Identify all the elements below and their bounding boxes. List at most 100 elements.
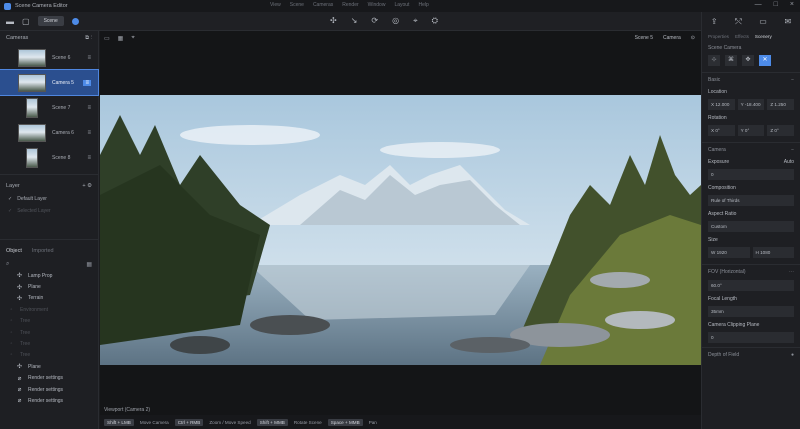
object-list-item[interactable]: ◦ Tree (0, 327, 98, 338)
frame-icon[interactable]: ▭ (104, 35, 110, 42)
menu-item[interactable]: Render (342, 2, 358, 8)
tab-object[interactable]: Object (6, 248, 22, 254)
menu-item[interactable]: Layout (394, 2, 409, 8)
target-icon[interactable]: ⌖ (131, 35, 134, 42)
tool-button[interactable]: ↘ (351, 16, 358, 26)
tab-effects[interactable]: Effects (735, 34, 749, 39)
object-label: Terrain (28, 295, 44, 302)
tab-properties[interactable]: Properties (708, 34, 729, 39)
exposure-mode[interactable]: Auto (784, 159, 794, 165)
grid-view-icon[interactable]: ▦ (86, 261, 92, 268)
tool-button[interactable]: ⌖ (413, 16, 418, 26)
search-icon[interactable]: ⌕ (6, 261, 9, 268)
size-height-field[interactable]: H 1080 (752, 247, 794, 258)
export-icon[interactable]: ⇪ (711, 17, 718, 26)
share-icon[interactable]: ⤲ (735, 17, 741, 27)
camera-header-icons[interactable]: ⧉ ⋮ (85, 35, 92, 42)
check-icon[interactable]: ✓ (8, 208, 12, 214)
rotation-z-field[interactable]: Z 0° (767, 125, 795, 136)
composition-select[interactable]: Rule of Thirds (708, 195, 794, 206)
maximize-icon[interactable]: □ (774, 1, 778, 8)
camera-thumbnail (18, 73, 46, 92)
fov-field[interactable]: 60.0° (708, 280, 794, 291)
camera-mode-fly-icon[interactable]: ✕ (759, 55, 771, 66)
top-menu: View Scene Cameras Render Window Layout Help (270, 2, 429, 8)
camera-section[interactable]: Camera − (702, 142, 800, 156)
menu-item[interactable]: View (270, 2, 281, 8)
camera-mode-pan-icon[interactable]: ✥ (742, 55, 754, 66)
object-list-item[interactable]: ⌀ Render settings (0, 373, 98, 384)
camera-mode-free-icon[interactable]: ⊹ (708, 55, 720, 66)
tool-button[interactable]: ⛭ (432, 16, 438, 26)
object-list-item[interactable]: ◦ Tree (0, 350, 98, 361)
close-icon[interactable]: × (790, 1, 794, 8)
camera-list-item[interactable]: Scene 6 ≡ (0, 45, 98, 70)
viewport[interactable]: ▭ ▦ ⌖ Scene 5 Camera ⊙ Viewport (Camera … (100, 31, 701, 415)
transform-section[interactable]: Basic − (702, 72, 800, 86)
dof-section[interactable]: Depth of Field ● (702, 347, 800, 361)
camera-mode-orbit-icon[interactable]: ⌘ (725, 55, 737, 66)
add-layer-icon[interactable]: + ⚙ (82, 183, 92, 189)
camera-list-item[interactable]: Camera 6 ≡ (0, 120, 98, 145)
object-label: Render settings (28, 386, 64, 393)
tool-button[interactable]: ◎ (392, 16, 399, 26)
mail-icon[interactable]: ✉ (784, 17, 791, 26)
aspect-select[interactable]: Custom (708, 221, 794, 232)
fov-menu-icon[interactable]: ⋯ (789, 269, 794, 275)
object-list-item[interactable]: ✣ Lamp Prop (0, 270, 98, 281)
object-list-item[interactable]: ◦ Tree (0, 338, 98, 349)
clip-field[interactable]: 0 (708, 332, 794, 343)
camera-list-item[interactable]: Scene 8 ≡ (0, 145, 98, 170)
shortcut-key: Space + MMB (327, 418, 363, 426)
location-y-field[interactable]: Y -18.400 (737, 99, 765, 110)
sidebar-icon[interactable]: ▬ (6, 17, 14, 26)
camera-menu-icon[interactable]: ≡ (87, 105, 91, 111)
layer-item[interactable]: ✓ Selected Layer (0, 205, 98, 217)
camera-menu-icon[interactable]: ≡ (87, 55, 91, 61)
camera-list-item[interactable]: Camera 5 ≡ (0, 69, 99, 96)
object-list-item[interactable]: ⌀ Render settings (0, 395, 98, 406)
minimize-icon[interactable]: — (755, 1, 762, 8)
dof-toggle-icon[interactable]: ● (791, 352, 794, 358)
cameras-title: Cameras (6, 35, 29, 41)
focal-field[interactable]: 35mm (708, 306, 794, 317)
menu-item[interactable]: Help (418, 2, 428, 8)
document-icon[interactable]: ▢ (22, 17, 30, 26)
check-icon[interactable]: ✓ (8, 196, 12, 202)
exposure-field[interactable]: 0 (708, 169, 794, 180)
tab-scenery[interactable]: Scenery (755, 34, 772, 39)
shortcut-key: Shift + MMB (256, 418, 288, 426)
camera-menu-icon[interactable]: ≡ (87, 155, 91, 161)
menu-item[interactable]: Scene (290, 2, 304, 8)
grid-icon[interactable]: ▦ (118, 35, 124, 42)
camera-dropdown[interactable]: Camera (663, 35, 681, 41)
object-list-item[interactable]: ✣ Terrain (0, 293, 98, 304)
rotation-y-field[interactable]: Y 0° (737, 125, 765, 136)
rotation-x-field[interactable]: X 0° (708, 125, 735, 136)
camera-list-item[interactable]: Scene 7 ≡ (0, 95, 98, 120)
menu-item[interactable]: Cameras (313, 2, 333, 8)
globe-icon[interactable] (71, 17, 79, 25)
object-list-item[interactable]: ⌀ Render settings (0, 384, 98, 395)
collapse-icon[interactable]: − (791, 77, 794, 83)
tool-button[interactable]: ⟳ (371, 16, 378, 26)
view-options-icon[interactable]: ⊙ (691, 35, 695, 41)
scene-dropdown[interactable]: Scene 5 (635, 35, 653, 41)
collapse-icon[interactable]: − (791, 147, 794, 153)
object-list-item[interactable]: ◦ Tree (0, 316, 98, 327)
camera-menu-icon[interactable]: ≡ (87, 130, 91, 136)
size-width-field[interactable]: W 1920 (708, 247, 750, 258)
object-label: Tree (20, 341, 31, 348)
object-list-item[interactable]: ◦ Environment (0, 304, 98, 315)
object-list-item[interactable]: ✣ Plane (0, 281, 98, 292)
location-z-field[interactable]: Z 1.250 (767, 99, 795, 110)
tab-imported[interactable]: Imported (32, 248, 54, 254)
menu-item[interactable]: Window (368, 2, 386, 8)
camera-menu-icon[interactable]: ≡ (83, 79, 91, 86)
layer-item[interactable]: ✓ Default Layer (0, 193, 98, 205)
location-x-field[interactable]: X 12.000 (708, 99, 735, 110)
object-list-item[interactable]: ✣ Plane (0, 361, 98, 372)
folder-icon[interactable]: ▭ (759, 17, 767, 26)
tool-button[interactable]: ✣ (330, 16, 337, 26)
scene-selector[interactable]: Scene (37, 16, 64, 26)
